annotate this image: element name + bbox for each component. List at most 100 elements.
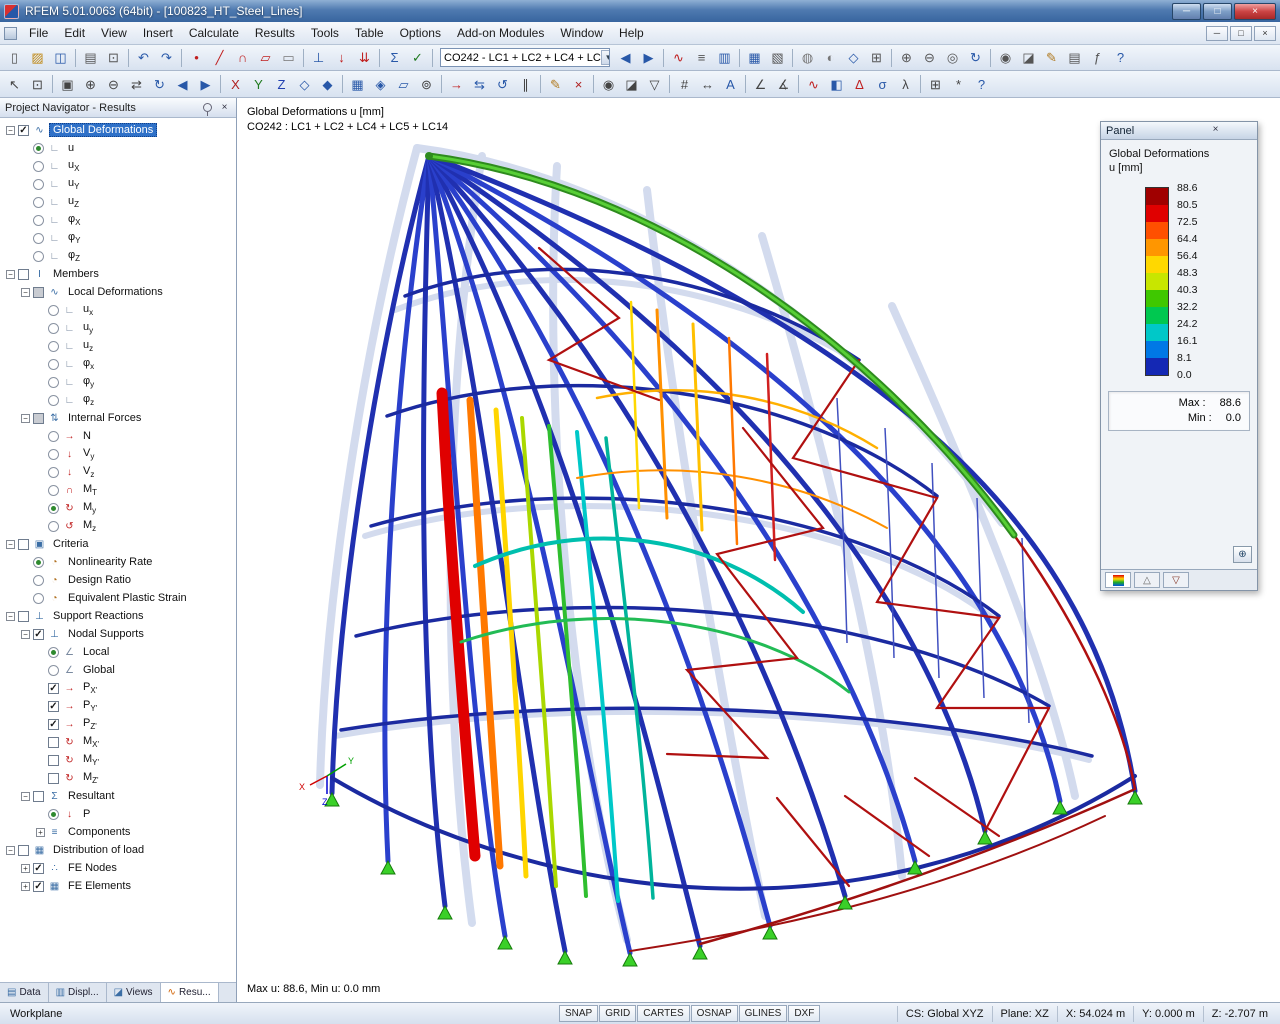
- tool-rotate-view[interactable]: ↻: [964, 47, 987, 69]
- tool-member-load[interactable]: ↓: [330, 47, 353, 69]
- tool-next-view[interactable]: ▶: [194, 73, 217, 95]
- tool-save-file[interactable]: ◫: [49, 47, 72, 69]
- tool-result-values[interactable]: ≡: [690, 47, 713, 69]
- status-toggle-glines[interactable]: GLINES: [739, 1005, 788, 1022]
- radio[interactable]: [33, 233, 44, 244]
- tree-item-support-reactions[interactable]: −⊥Support Reactions: [0, 607, 236, 625]
- tree-item-global-deformations[interactable]: −✓∿Global Deformations: [0, 121, 236, 139]
- tool-origin[interactable]: ⊚: [415, 73, 438, 95]
- tool-move[interactable]: →: [445, 73, 468, 95]
- navigator-tab-displ[interactable]: ▥Displ...: [49, 983, 107, 1002]
- graphics-viewport[interactable]: Y Z X Global Deformations u [mm] CO242 :…: [237, 98, 1280, 1002]
- navigator-close-icon[interactable]: ×: [218, 101, 231, 114]
- panel-tab-display-factors[interactable]: △: [1134, 572, 1160, 588]
- expand-plus-icon[interactable]: +: [19, 864, 32, 873]
- tool-insert-surface[interactable]: ▱: [254, 47, 277, 69]
- tool-insert-solid[interactable]: ▭: [277, 47, 300, 69]
- radio[interactable]: [48, 467, 59, 478]
- tool-stresses[interactable]: σ: [871, 73, 894, 95]
- tool-print-graphic[interactable]: ▧: [766, 47, 789, 69]
- tool-undo[interactable]: ↶: [132, 47, 155, 69]
- tool-insert-line[interactable]: ╱: [208, 47, 231, 69]
- checkbox[interactable]: [48, 737, 59, 748]
- status-toggle-cartes[interactable]: CARTES: [637, 1005, 689, 1022]
- tool-copy[interactable]: ⊡: [102, 47, 125, 69]
- menu-window[interactable]: Window: [552, 23, 611, 43]
- checkbox[interactable]: ✓: [48, 683, 59, 694]
- tree-item-nonlinearity-rate[interactable]: ◔Nonlinearity Rate: [0, 553, 236, 571]
- menu-tools[interactable]: Tools: [303, 23, 347, 43]
- tool-select[interactable]: ↖: [3, 73, 26, 95]
- expand-minus-icon[interactable]: −: [19, 414, 32, 423]
- tree-item-fe-nodes[interactable]: +✓∴FE Nodes: [0, 859, 236, 877]
- tool-measure[interactable]: ∡: [772, 73, 795, 95]
- tool-insert-member[interactable]: ∩: [231, 47, 254, 69]
- radio[interactable]: [48, 665, 59, 676]
- tree-item-local-deformations[interactable]: −∿Local Deformations: [0, 283, 236, 301]
- radio[interactable]: [33, 215, 44, 226]
- checkbox[interactable]: ✓: [33, 881, 44, 892]
- tree-item-my[interactable]: ↻MY': [0, 751, 236, 769]
- tree-item-design-ratio[interactable]: ◔Design Ratio: [0, 571, 236, 589]
- tool-rendering[interactable]: ◍: [796, 47, 819, 69]
- tool-filter[interactable]: ▽: [643, 73, 666, 95]
- close-button[interactable]: ×: [1234, 3, 1276, 20]
- menu-results[interactable]: Results: [247, 23, 303, 43]
- tool-rotate[interactable]: ↻: [148, 73, 171, 95]
- menu-calculate[interactable]: Calculate: [181, 23, 247, 43]
- menu-table[interactable]: Table: [347, 23, 392, 43]
- tool-select-window[interactable]: ⊡: [26, 73, 49, 95]
- tree-item-u[interactable]: ∟u: [0, 139, 236, 157]
- minimize-button[interactable]: ─: [1172, 3, 1201, 20]
- radio[interactable]: [48, 359, 59, 370]
- tool-control-panel[interactable]: ▥: [713, 47, 736, 69]
- tool-grid[interactable]: ▦: [346, 73, 369, 95]
- menu-insert[interactable]: Insert: [135, 23, 181, 43]
- menu-view[interactable]: View: [93, 23, 135, 43]
- checkbox[interactable]: ✓: [18, 125, 29, 136]
- checkbox[interactable]: [18, 845, 29, 856]
- tree-item-criteria[interactable]: −▣Criteria: [0, 535, 236, 553]
- checkbox[interactable]: [33, 791, 44, 802]
- checkbox[interactable]: ✓: [33, 863, 44, 874]
- checkbox[interactable]: [33, 287, 44, 298]
- panel-tab-filter[interactable]: ▽: [1163, 572, 1189, 588]
- menu-options[interactable]: Options: [392, 23, 449, 43]
- tool-insert-node[interactable]: •: [185, 47, 208, 69]
- radio[interactable]: [48, 323, 59, 334]
- radio[interactable]: [33, 557, 44, 568]
- tree-item-uy[interactable]: ∟uY: [0, 175, 236, 193]
- tool-load-cases[interactable]: ⇊: [353, 47, 376, 69]
- tool-imperfections[interactable]: λ: [894, 73, 917, 95]
- radio[interactable]: [48, 503, 59, 514]
- tree-item-mz[interactable]: ↻MZ': [0, 769, 236, 787]
- tool-dimensions[interactable]: ↔: [696, 73, 719, 95]
- pin-icon[interactable]: [203, 103, 212, 112]
- maximize-button[interactable]: □: [1203, 3, 1232, 20]
- expand-minus-icon[interactable]: −: [4, 270, 17, 279]
- radio[interactable]: [48, 485, 59, 496]
- navigator-tab-views[interactable]: ◪Views: [107, 983, 161, 1002]
- tree-item-equivalent-plastic-strain[interactable]: ◔Equivalent Plastic Strain: [0, 589, 236, 607]
- status-toggle-snap[interactable]: SNAP: [559, 1005, 598, 1022]
- tool-zoom-in-2[interactable]: ⊕: [79, 73, 102, 95]
- menu-add-on-modules[interactable]: Add-on Modules: [449, 23, 552, 43]
- radio[interactable]: [48, 305, 59, 316]
- radio[interactable]: [48, 377, 59, 388]
- tool-delete[interactable]: ×: [567, 73, 590, 95]
- load-case-combo[interactable]: CO242 - LC1 + LC2 + LC4 + LC ▾: [440, 48, 610, 67]
- expand-plus-icon[interactable]: +: [19, 882, 32, 891]
- tool-show-results[interactable]: ∿: [667, 47, 690, 69]
- expand-minus-icon[interactable]: −: [4, 846, 17, 855]
- tool-shading[interactable]: ◐: [819, 47, 842, 69]
- tool-pan[interactable]: ⇄: [125, 73, 148, 95]
- tool-mirror[interactable]: ⇆: [468, 73, 491, 95]
- expand-minus-icon[interactable]: −: [19, 630, 32, 639]
- tree-item-members[interactable]: −IMembers: [0, 265, 236, 283]
- radio[interactable]: [33, 593, 44, 604]
- tree-item-my[interactable]: ↻My: [0, 499, 236, 517]
- tool-help-2[interactable]: ?: [970, 73, 993, 95]
- tool-edit[interactable]: ✎: [1040, 47, 1063, 69]
- tool-open-file[interactable]: ▨: [26, 47, 49, 69]
- radio[interactable]: [33, 179, 44, 190]
